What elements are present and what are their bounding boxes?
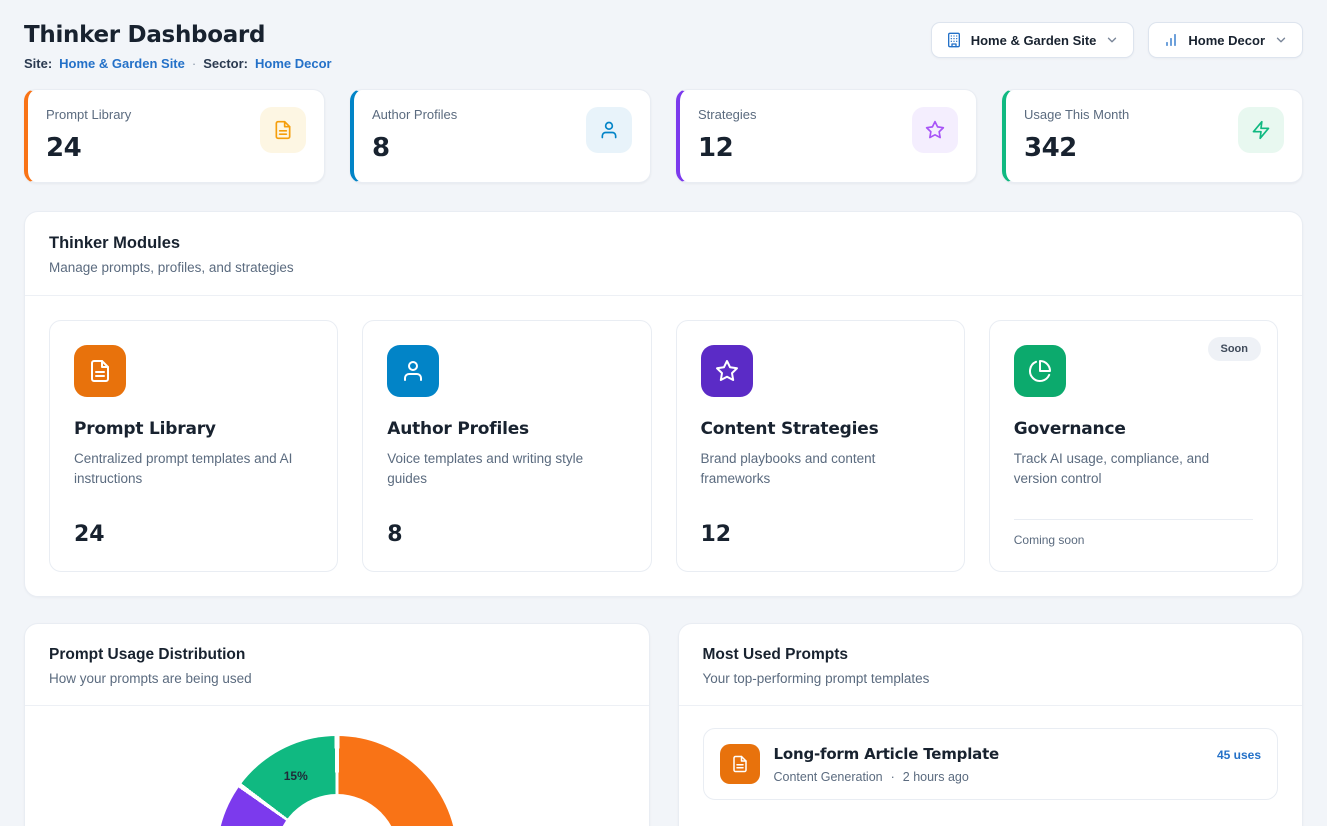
stat-label: Strategies: [698, 107, 757, 122]
modules-header: Thinker Modules Manage prompts, profiles…: [25, 212, 1302, 296]
page-header: Thinker Dashboard Site: Home & Garden Si…: [24, 22, 1303, 71]
page-title: Thinker Dashboard: [24, 22, 332, 48]
header-left: Thinker Dashboard Site: Home & Garden Si…: [24, 22, 332, 71]
prompts-panel-header: Most Used Prompts Your top-performing pr…: [679, 624, 1303, 706]
stat-info: Author Profiles 8: [372, 107, 457, 163]
breadcrumb: Site: Home & Garden Site · Sector: Home …: [24, 56, 332, 71]
stat-label: Usage This Month: [1024, 107, 1129, 122]
bottom-panels: Prompt Usage Distribution How your promp…: [24, 623, 1303, 826]
stat-info: Prompt Library 24: [46, 107, 131, 163]
sector-selector-dropdown[interactable]: Home Decor: [1148, 22, 1303, 58]
stat-info: Strategies 12: [698, 107, 757, 163]
module-card-governance[interactable]: Soon Governance Track AI usage, complian…: [989, 320, 1278, 572]
module-grid: Prompt Library Centralized prompt templa…: [25, 296, 1302, 596]
separator-dot: ·: [891, 770, 895, 784]
dashboard-page: Thinker Dashboard Site: Home & Garden Si…: [0, 0, 1327, 826]
star-sparkle-icon: [912, 107, 958, 153]
module-count: 8: [387, 506, 626, 547]
pie-chart-icon: [1014, 345, 1066, 397]
uses-badge: 45 uses: [1217, 748, 1261, 762]
prompt-meta: Content Generation · 2 hours ago: [774, 770, 1262, 784]
chevron-down-icon: [1105, 33, 1119, 47]
list-item-long-form-article[interactable]: Long-form Article Template 45 uses Conte…: [703, 728, 1279, 800]
module-title: Author Profiles: [387, 419, 626, 439]
separator-dot: ·: [192, 56, 196, 71]
stat-card-prompt-library: Prompt Library 24: [24, 89, 325, 183]
prompt-category: Content Generation: [774, 770, 883, 784]
module-card-author-profiles[interactable]: Author Profiles Voice templates and writ…: [362, 320, 651, 572]
module-description: Voice templates and writing style guides: [387, 449, 626, 488]
usage-chart-area: 15%: [25, 706, 649, 826]
stat-label: Author Profiles: [372, 107, 457, 122]
stat-card-strategies: Strategies 12: [676, 89, 977, 183]
modules-subtitle: Manage prompts, profiles, and strategies: [49, 260, 1278, 275]
stat-cards-row: Prompt Library 24 Author Profiles 8 Stra…: [24, 89, 1303, 183]
file-text-icon: [74, 345, 126, 397]
stat-value: 8: [372, 133, 457, 163]
most-used-prompts-panel: Most Used Prompts Your top-performing pr…: [678, 623, 1304, 826]
bar-chart-icon: [1163, 32, 1179, 48]
prompt-item-body: Long-form Article Template 45 uses Conte…: [774, 745, 1262, 784]
sector-selector-label: Home Decor: [1188, 33, 1265, 48]
stat-value: 24: [46, 133, 131, 163]
module-card-prompt-library[interactable]: Prompt Library Centralized prompt templa…: [49, 320, 338, 572]
stat-card-usage: Usage This Month 342: [1002, 89, 1303, 183]
stat-label: Prompt Library: [46, 107, 131, 122]
donut-segment-label: 15%: [284, 769, 308, 783]
thinker-modules-section: Thinker Modules Manage prompts, profiles…: [24, 211, 1303, 597]
prompt-time: 2 hours ago: [903, 770, 969, 784]
sector-label: Sector:: [203, 56, 248, 71]
site-label: Site:: [24, 56, 52, 71]
module-title: Governance: [1014, 419, 1253, 439]
module-description: Centralized prompt templates and AI inst…: [74, 449, 313, 488]
module-count: 12: [701, 506, 940, 547]
stat-value: 342: [1024, 133, 1129, 163]
donut-chart[interactable]: 15%: [217, 736, 457, 826]
file-text-icon: [260, 107, 306, 153]
stat-card-author-profiles: Author Profiles 8: [350, 89, 651, 183]
user-icon: [586, 107, 632, 153]
prompt-list: Long-form Article Template 45 uses Conte…: [679, 706, 1303, 822]
module-title: Prompt Library: [74, 419, 313, 439]
zap-icon: [1238, 107, 1284, 153]
soon-badge: Soon: [1208, 337, 1262, 361]
chevron-down-icon: [1274, 33, 1288, 47]
stat-value: 12: [698, 133, 757, 163]
module-title: Content Strategies: [701, 419, 940, 439]
site-link[interactable]: Home & Garden Site: [59, 56, 185, 71]
module-description: Track AI usage, compliance, and version …: [1014, 449, 1253, 488]
site-selector-label: Home & Garden Site: [971, 33, 1097, 48]
prompt-title: Long-form Article Template: [774, 745, 1000, 763]
module-count: 24: [74, 506, 313, 547]
file-text-icon: [720, 744, 760, 784]
usage-panel-subtitle: How your prompts are being used: [49, 671, 625, 686]
prompts-panel-subtitle: Your top-performing prompt templates: [703, 671, 1279, 686]
usage-panel-header: Prompt Usage Distribution How your promp…: [25, 624, 649, 706]
user-icon: [387, 345, 439, 397]
site-selector-dropdown[interactable]: Home & Garden Site: [931, 22, 1135, 58]
module-card-content-strategies[interactable]: Content Strategies Brand playbooks and c…: [676, 320, 965, 572]
building-icon: [946, 32, 962, 48]
star-sparkle-icon: [701, 345, 753, 397]
usage-distribution-panel: Prompt Usage Distribution How your promp…: [24, 623, 650, 826]
sector-link[interactable]: Home Decor: [255, 56, 332, 71]
header-actions: Home & Garden Site Home Decor: [931, 22, 1303, 58]
usage-panel-title: Prompt Usage Distribution: [49, 646, 625, 664]
module-description: Brand playbooks and content frameworks: [701, 449, 940, 488]
prompt-title-row: Long-form Article Template 45 uses: [774, 745, 1262, 763]
prompts-panel-title: Most Used Prompts: [703, 646, 1279, 664]
stat-info: Usage This Month 342: [1024, 107, 1129, 163]
coming-soon-text: Coming soon: [1014, 519, 1253, 547]
modules-title: Thinker Modules: [49, 234, 1278, 253]
